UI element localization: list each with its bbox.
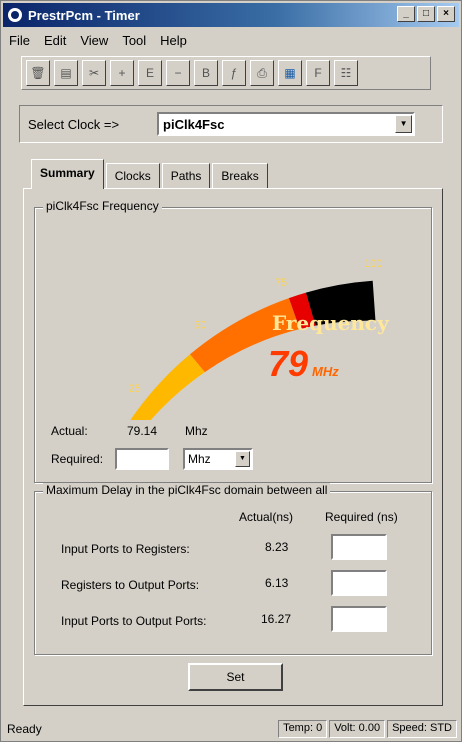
status-volt: Volt: 0.00 <box>329 720 386 738</box>
chevron-down-icon[interactable]: ▼ <box>235 451 250 467</box>
delay-row-label: Registers to Output Ports: <box>61 578 200 592</box>
col-actual-header: Actual(ns) <box>239 510 294 524</box>
cut-icon[interactable]: ✂ <box>82 60 106 86</box>
delay-row: Registers to Output Ports: 6.13 <box>35 568 433 604</box>
delay-row: Input Ports to Registers: 8.23 <box>35 532 433 568</box>
frequency-group-title: piClk4Fsc Frequency <box>43 199 162 213</box>
col-required-header: Required (ns) <box>325 510 398 524</box>
tab-strip: Summary Clocks Paths Breaks <box>31 159 270 189</box>
gauge-tick-75: 75 <box>275 277 287 289</box>
required-row: Required: Mhz ▼ <box>51 448 253 470</box>
minus-icon[interactable]: − <box>166 60 190 86</box>
trash-icon[interactable]: 🗑 <box>26 60 50 86</box>
actual-label: Actual: <box>51 424 88 438</box>
print-icon[interactable]: ⎙ <box>250 60 274 86</box>
menu-file[interactable]: File <box>9 33 30 48</box>
actual-unit: Mhz <box>185 424 208 438</box>
delay-row: Input Ports to Output Ports: 16.27 <box>35 604 433 640</box>
timer-window: PrestrPcm - Timer _ □ × File Edit View T… <box>0 0 462 742</box>
menu-help[interactable]: Help <box>160 33 187 48</box>
gauge-tick-25: 25 <box>129 383 141 395</box>
chart-icon[interactable]: ▦ <box>278 60 302 86</box>
title-bar: PrestrPcm - Timer _ □ × <box>3 3 459 27</box>
delay-group-title: Maximum Delay in the piClk4Fsc domain be… <box>43 483 331 497</box>
clock-select-value: piClk4Fsc <box>163 117 225 132</box>
gauge-title: Frequency <box>272 311 389 335</box>
fx-icon[interactable]: ƒ <box>222 60 246 86</box>
tab-paths[interactable]: Paths <box>161 163 211 189</box>
menu-edit[interactable]: Edit <box>44 33 66 48</box>
clock-select-label: Select Clock => <box>28 116 120 132</box>
save-icon[interactable]: ▤ <box>54 60 78 86</box>
gauge-band-low <box>130 354 205 420</box>
toolbar: 🗑 ▤ ✂ + E − B ƒ ⎙ ▦ F ☷ <box>21 56 431 90</box>
frequency-value-display: 79 MHz <box>268 344 339 392</box>
gauge-tick-100: 100 <box>364 258 382 270</box>
tab-breaks[interactable]: Breaks <box>212 163 268 189</box>
plus-icon[interactable]: + <box>110 60 134 86</box>
actual-row: Actual: 79.14 Mhz <box>51 424 208 438</box>
delay-row-actual: 16.27 <box>261 612 292 626</box>
delay-row-required-input[interactable] <box>331 606 387 632</box>
delay-group: Maximum Delay in the piClk4Fsc domain be… <box>34 483 433 655</box>
frequency-value: 79 <box>268 343 309 384</box>
e-icon[interactable]: E <box>138 60 162 86</box>
gauge-tick-50: 50 <box>194 320 206 332</box>
status-bar: Ready Temp: 0 Volt: 0.00 Speed: STD <box>3 719 459 739</box>
delay-row-required-input[interactable] <box>331 570 387 596</box>
app-icon <box>8 8 22 22</box>
window-title: PrestrPcm - Timer <box>28 7 140 23</box>
clock-select[interactable]: piClk4Fsc ▼ <box>157 112 416 136</box>
actual-value: 79.14 <box>127 424 158 438</box>
menu-bar: File Edit View Tool Help <box>3 29 459 51</box>
frequency-unit: MHz <box>312 364 339 379</box>
tab-clocks[interactable]: Clocks <box>105 163 160 189</box>
f-icon[interactable]: F <box>306 60 330 86</box>
menu-view[interactable]: View <box>80 33 108 48</box>
set-button[interactable]: Set <box>188 663 283 691</box>
delay-row-label: Input Ports to Output Ports: <box>61 614 207 628</box>
delay-row-actual: 8.23 <box>265 540 289 554</box>
status-speed: Speed: STD <box>387 720 457 738</box>
close-button[interactable]: × <box>437 6 455 22</box>
menu-tool[interactable]: Tool <box>122 33 146 48</box>
tab-summary[interactable]: Summary <box>31 159 104 189</box>
maximize-button[interactable]: □ <box>417 6 435 22</box>
required-unit-value: Mhz <box>188 452 211 466</box>
required-label: Required: <box>51 452 104 466</box>
delay-row-required-input[interactable] <box>331 534 387 560</box>
delay-row-label: Input Ports to Registers: <box>61 542 190 556</box>
delay-row-actual: 6.13 <box>265 576 289 590</box>
b-icon[interactable]: B <box>194 60 218 86</box>
frequency-group: piClk4Fsc Frequency 0 25 50 75 100 Frequ… <box>34 199 432 483</box>
status-temp: Temp: 0 <box>278 720 328 738</box>
status-ready: Ready <box>7 722 42 736</box>
clock-select-row: Select Clock => piClk4Fsc ▼ <box>19 105 443 143</box>
minimize-button[interactable]: _ <box>397 6 415 22</box>
chevron-down-icon[interactable]: ▼ <box>395 115 413 133</box>
summary-panel: piClk4Fsc Frequency 0 25 50 75 100 Frequ… <box>23 188 443 706</box>
delay-table: Actual(ns) Required (ns) Input Ports to … <box>35 510 433 640</box>
required-frequency-input[interactable] <box>115 448 169 470</box>
required-unit-select[interactable]: Mhz ▼ <box>183 448 253 470</box>
table-icon[interactable]: ☷ <box>334 60 358 86</box>
